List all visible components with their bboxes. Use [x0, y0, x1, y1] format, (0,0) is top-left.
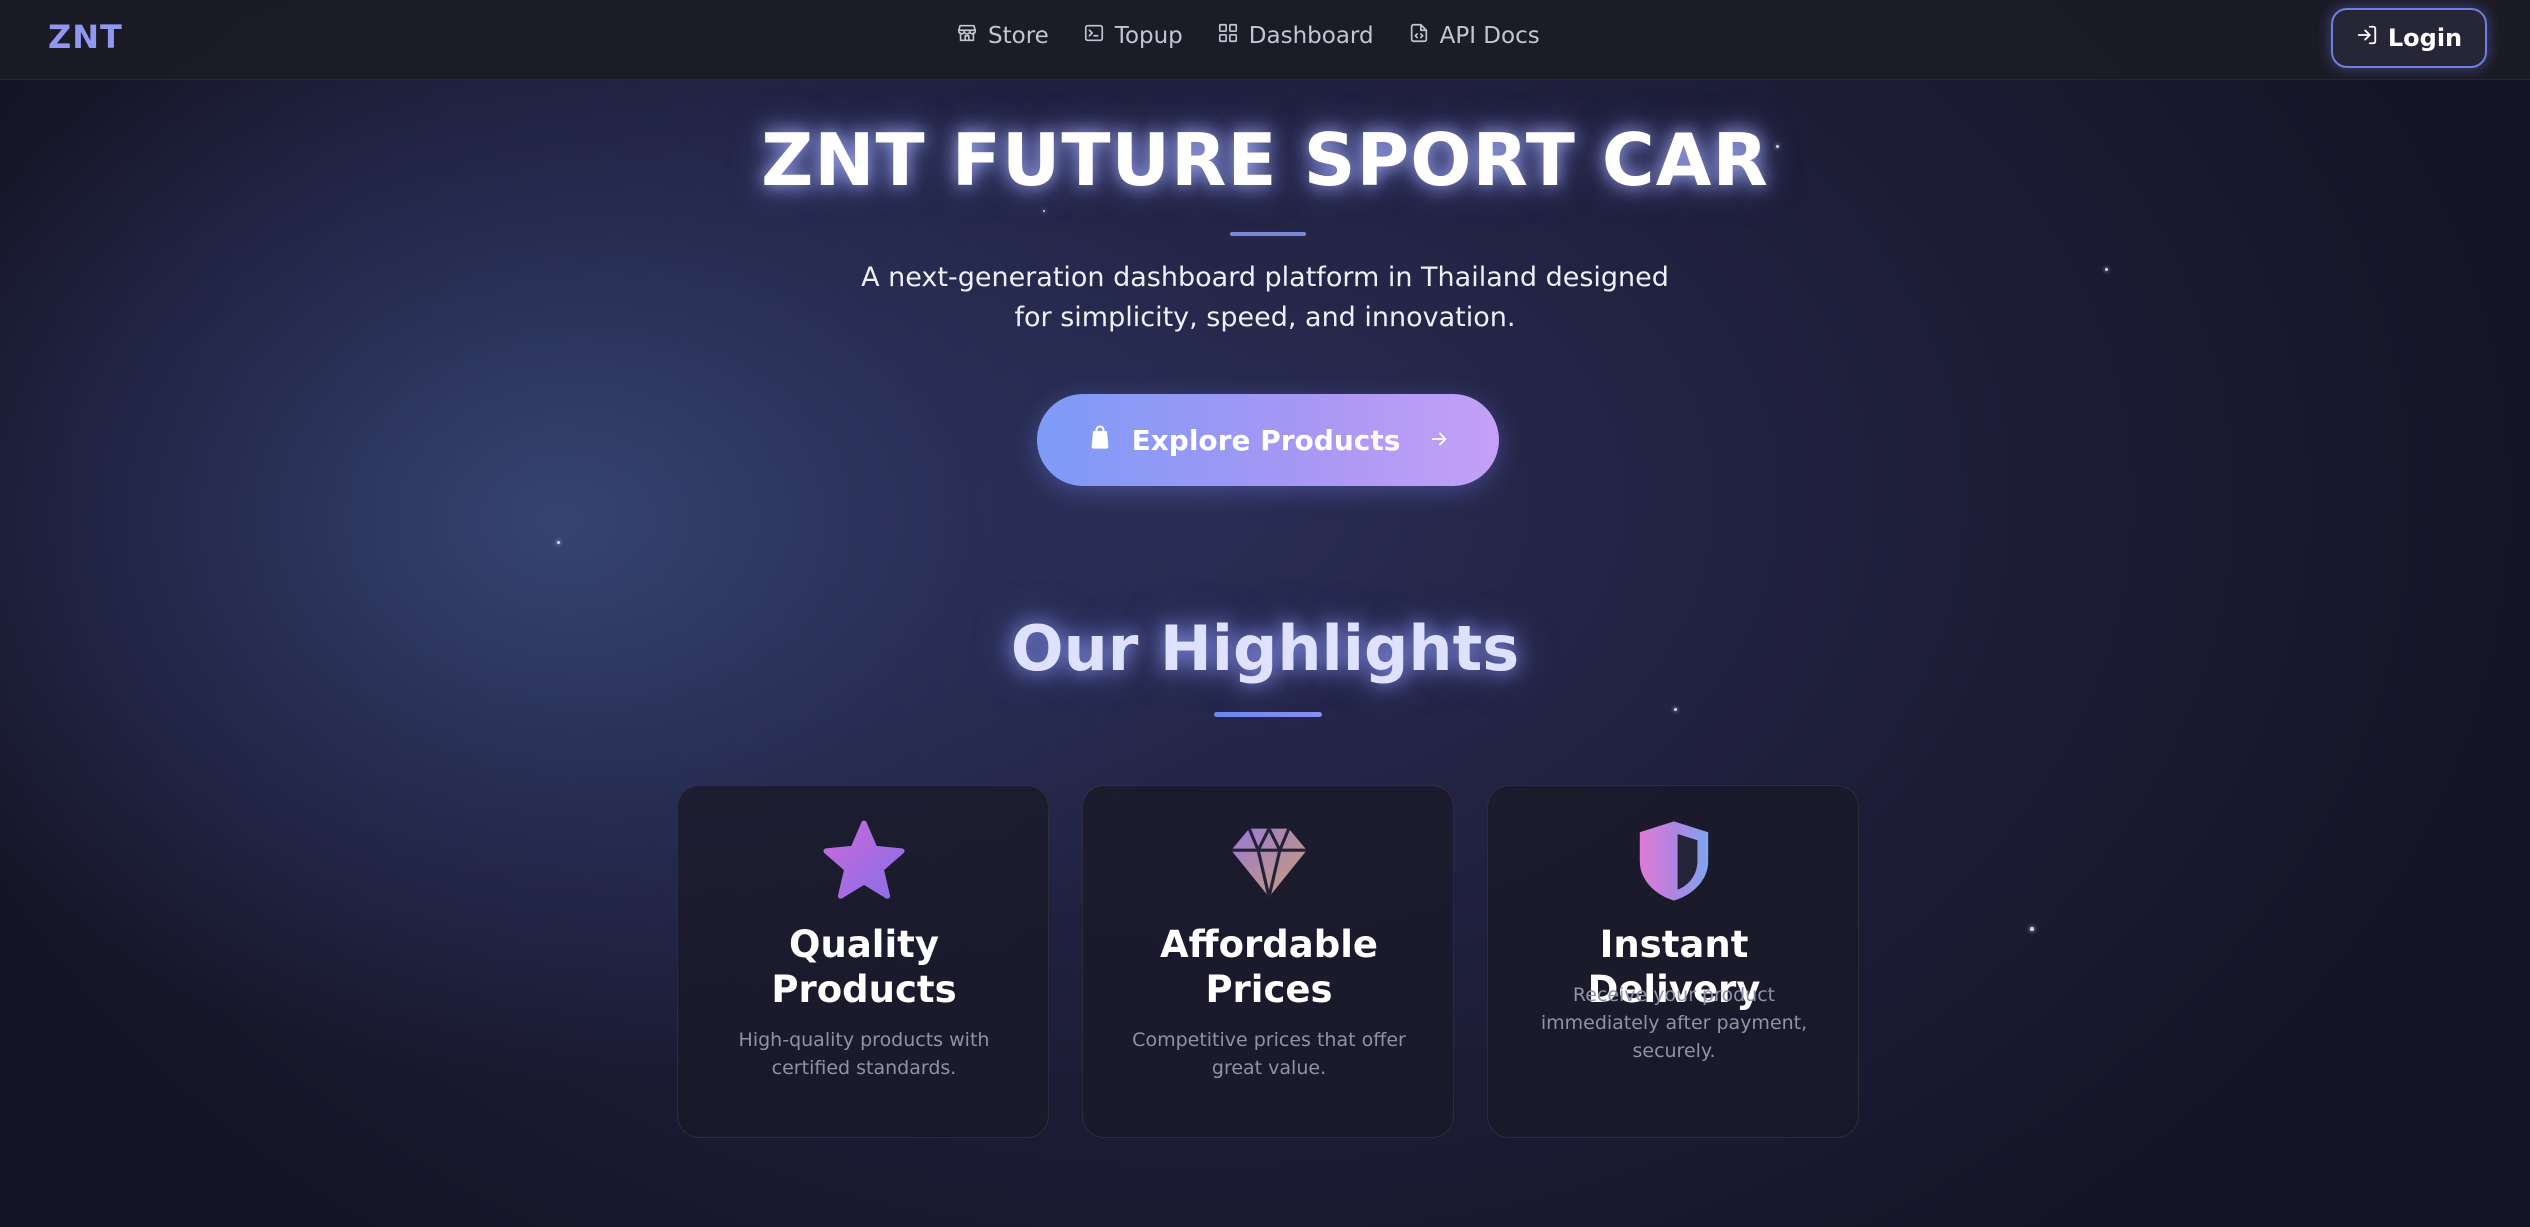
shopping-bag-icon — [1086, 423, 1114, 458]
background-star — [1674, 708, 1677, 711]
nav-link-label: API Docs — [1439, 23, 1540, 49]
card-title: Quality Products — [771, 923, 957, 1011]
background-star — [1043, 210, 1045, 212]
card-description: High-quality products with certified sta… — [738, 1029, 990, 1079]
arrow-right-icon — [1418, 424, 1450, 457]
star-icon — [819, 816, 909, 906]
brand-logo[interactable]: ZNT — [48, 18, 123, 56]
highlight-card-delivery: Instant Delivery Receive your product im… — [1487, 785, 1859, 1138]
nav-link-label: Topup — [1114, 23, 1183, 49]
nav-link-api-docs[interactable]: API Docs — [1408, 22, 1540, 50]
store-icon — [956, 22, 978, 50]
card-title: Affordable Prices — [1160, 923, 1378, 1011]
hero-title: ZNT FUTURE SPORT CAR — [761, 118, 1769, 202]
hero-divider — [1230, 232, 1306, 236]
file-code-icon — [1408, 22, 1430, 50]
background-star — [2030, 927, 2034, 931]
hero-subtitle-line: A next-generation dashboard platform in … — [861, 262, 1669, 293]
background-star — [557, 541, 560, 544]
login-label: Login — [2387, 24, 2463, 52]
nav-link-dashboard[interactable]: Dashboard — [1217, 22, 1374, 50]
grid-icon — [1217, 22, 1239, 50]
highlights-divider — [1214, 712, 1322, 717]
explore-products-label: Explore Products — [1131, 423, 1401, 457]
login-button[interactable]: Login — [2331, 8, 2487, 68]
card-description: Receive your product immediately after p… — [1540, 984, 1808, 1062]
background-star — [2105, 268, 2108, 271]
nav-link-label: Store — [988, 23, 1049, 49]
nav-link-label: Dashboard — [1248, 23, 1374, 49]
terminal-icon — [1083, 22, 1105, 50]
diamond-icon — [1224, 816, 1314, 906]
hero-subtitle: A next-generation dashboard platform in … — [815, 258, 1715, 338]
nav-link-topup[interactable]: Topup — [1083, 22, 1183, 50]
hero-subtitle-line: for simplicity, speed, and innovation. — [1014, 302, 1516, 333]
navbar: ZNT Store Topup Dashboard API Docs Login — [0, 0, 2530, 80]
login-icon — [2356, 24, 2378, 52]
shield-icon — [1629, 816, 1719, 906]
highlights-title: Our Highlights — [1010, 612, 1520, 685]
highlight-card-quality: Quality Products High-quality products w… — [677, 785, 1049, 1138]
nav-link-store[interactable]: Store — [956, 22, 1049, 50]
nav-links: Store Topup Dashboard API Docs — [956, 22, 1540, 50]
explore-products-button[interactable]: Explore Products — [1037, 394, 1499, 486]
card-description: Competitive prices that offer great valu… — [1132, 1029, 1406, 1079]
highlight-card-prices: Affordable Prices Competitive prices tha… — [1082, 785, 1454, 1138]
